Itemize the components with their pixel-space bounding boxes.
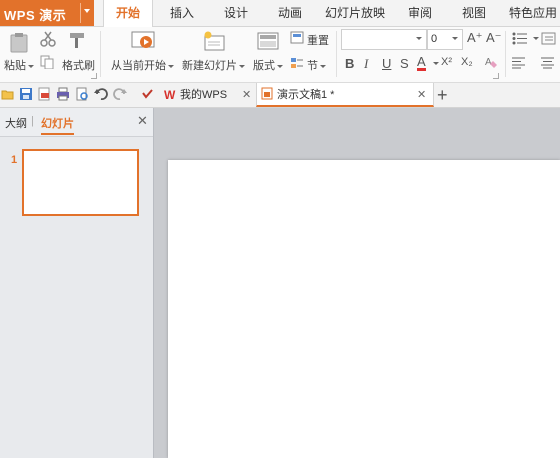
close-icon[interactable]: ✕ [137,113,148,129]
chevron-down-icon [239,64,245,68]
pane-tab-divider: | [31,115,34,127]
numbered-list-icon[interactable] [541,32,557,45]
paste-label: 粘贴 [4,60,26,72]
format-painter-button[interactable]: 格式刷 [62,57,95,73]
slide-canvas[interactable] [168,160,560,458]
from-current-button[interactable]: 从当前开始 [111,57,174,73]
ribbon-divider [505,31,506,77]
new-slide-label: 新建幻灯片 [182,60,237,72]
chevron-down-icon [320,64,326,68]
slide-number: 1 [11,154,18,166]
format-painter-icon[interactable] [68,31,88,49]
new-slide-button[interactable]: 新建幻灯片 [182,57,245,73]
font-family-select[interactable] [341,29,427,50]
app-menu-button[interactable]: WPS 演示 [0,0,94,26]
tab-slideshow[interactable]: 幻灯片放映 [322,0,388,26]
align-left-icon[interactable] [512,57,526,69]
shadow-button[interactable]: S [400,56,409,71]
export-pdf-icon[interactable] [37,87,51,101]
close-icon[interactable]: ✕ [417,83,426,107]
tab-review[interactable]: 审阅 [398,0,442,26]
tab-view[interactable]: 视图 [452,0,496,26]
print-preview-icon[interactable] [75,87,89,101]
doc-tab-home[interactable]: W 我的WPS ✕ [160,83,256,107]
grow-font-button[interactable]: A⁺ [467,30,483,46]
align-center-icon[interactable] [541,57,555,69]
font-size-value: 0 [431,33,438,45]
reset-button[interactable]: 重置 [307,32,329,48]
from-current-label: 从当前开始 [111,60,166,72]
slides-pane-header: 大纲 | 幻灯片 ✕ [0,108,153,137]
reset-icon[interactable] [290,31,304,45]
tab-design[interactable]: 设计 [214,0,258,26]
layout-label: 版式 [253,60,275,72]
chevron-down-icon [28,64,34,68]
scissors-icon[interactable] [40,31,56,47]
redo-icon[interactable] [113,87,127,101]
italic-button[interactable]: I [364,56,368,72]
app-title: WPS 演示 [4,8,67,23]
close-icon[interactable]: ✕ [242,83,251,107]
font-color-button[interactable]: A [417,55,426,71]
section-button[interactable]: 节 [307,57,326,73]
print-icon[interactable] [56,87,70,101]
wps-logo-icon: W [164,88,176,102]
quick-access-bar: W 我的WPS ✕ 演示文稿1 * ✕ + [0,83,560,108]
new-slide-icon[interactable] [202,30,226,52]
chevron-down-icon [452,37,458,40]
dialog-launcher-icon[interactable] [493,73,499,79]
undo-icon[interactable] [94,87,108,101]
tab-home[interactable]: 开始 [103,0,153,27]
open-folder-icon[interactable] [1,87,15,101]
chevron-down-icon [277,64,283,68]
section-label: 节 [307,60,318,72]
layout-button[interactable]: 版式 [253,57,283,73]
ribbon-divider [100,31,101,77]
bold-button[interactable]: B [345,56,354,71]
section-icon[interactable] [290,56,304,70]
tab-slides[interactable]: 幻灯片 [41,115,74,135]
doc-tab-home-label: 我的WPS [180,89,228,101]
tab-insert[interactable]: 插入 [160,0,204,26]
customize-toolbar-icon[interactable] [140,87,154,101]
dialog-launcher-icon[interactable] [91,73,97,79]
paste-button[interactable]: 粘贴 [4,57,34,73]
copy-icon[interactable] [40,55,54,69]
chevron-down-icon [416,37,422,40]
font-size-select[interactable]: 0 [427,29,463,50]
menu-bar: WPS 演示 开始 插入 设计 动画 幻灯片放映 审阅 视图 特色应用 [0,0,560,27]
new-tab-button[interactable]: + [437,83,448,107]
chevron-down-icon[interactable] [433,62,439,65]
layout-icon[interactable] [257,31,279,51]
app-button-divider [80,3,81,23]
svg-text:A: A [485,57,492,68]
ribbon-divider [336,31,337,77]
subscript-button[interactable]: X₂ [461,56,473,68]
tab-outline[interactable]: 大纲 [5,115,27,131]
chevron-down-icon[interactable] [533,37,539,40]
shrink-font-button[interactable]: A⁻ [486,30,502,46]
tab-special[interactable]: 特色应用 [506,0,560,26]
clipboard-icon[interactable] [8,31,30,53]
tab-animation[interactable]: 动画 [268,0,312,26]
chevron-down-icon[interactable] [84,9,90,13]
underline-button[interactable]: U [382,56,391,71]
presentation-file-icon [261,87,273,100]
save-icon[interactable] [19,87,33,101]
slide-thumbnail[interactable] [22,149,139,216]
superscript-button[interactable]: X² [441,56,452,68]
play-slideshow-icon[interactable] [131,30,157,52]
bullet-list-icon[interactable] [512,32,528,45]
ribbon: 粘贴 格式刷 从当前开始 新建幻灯片 版式 重置 节 0 A⁺ A⁻ B I U… [0,27,560,83]
clear-format-icon[interactable]: A [484,55,498,69]
doc-tab-current[interactable]: 演示文稿1 * ✕ [256,83,434,107]
chevron-down-icon [168,64,174,68]
doc-tab-current-label: 演示文稿1 * [277,89,335,101]
